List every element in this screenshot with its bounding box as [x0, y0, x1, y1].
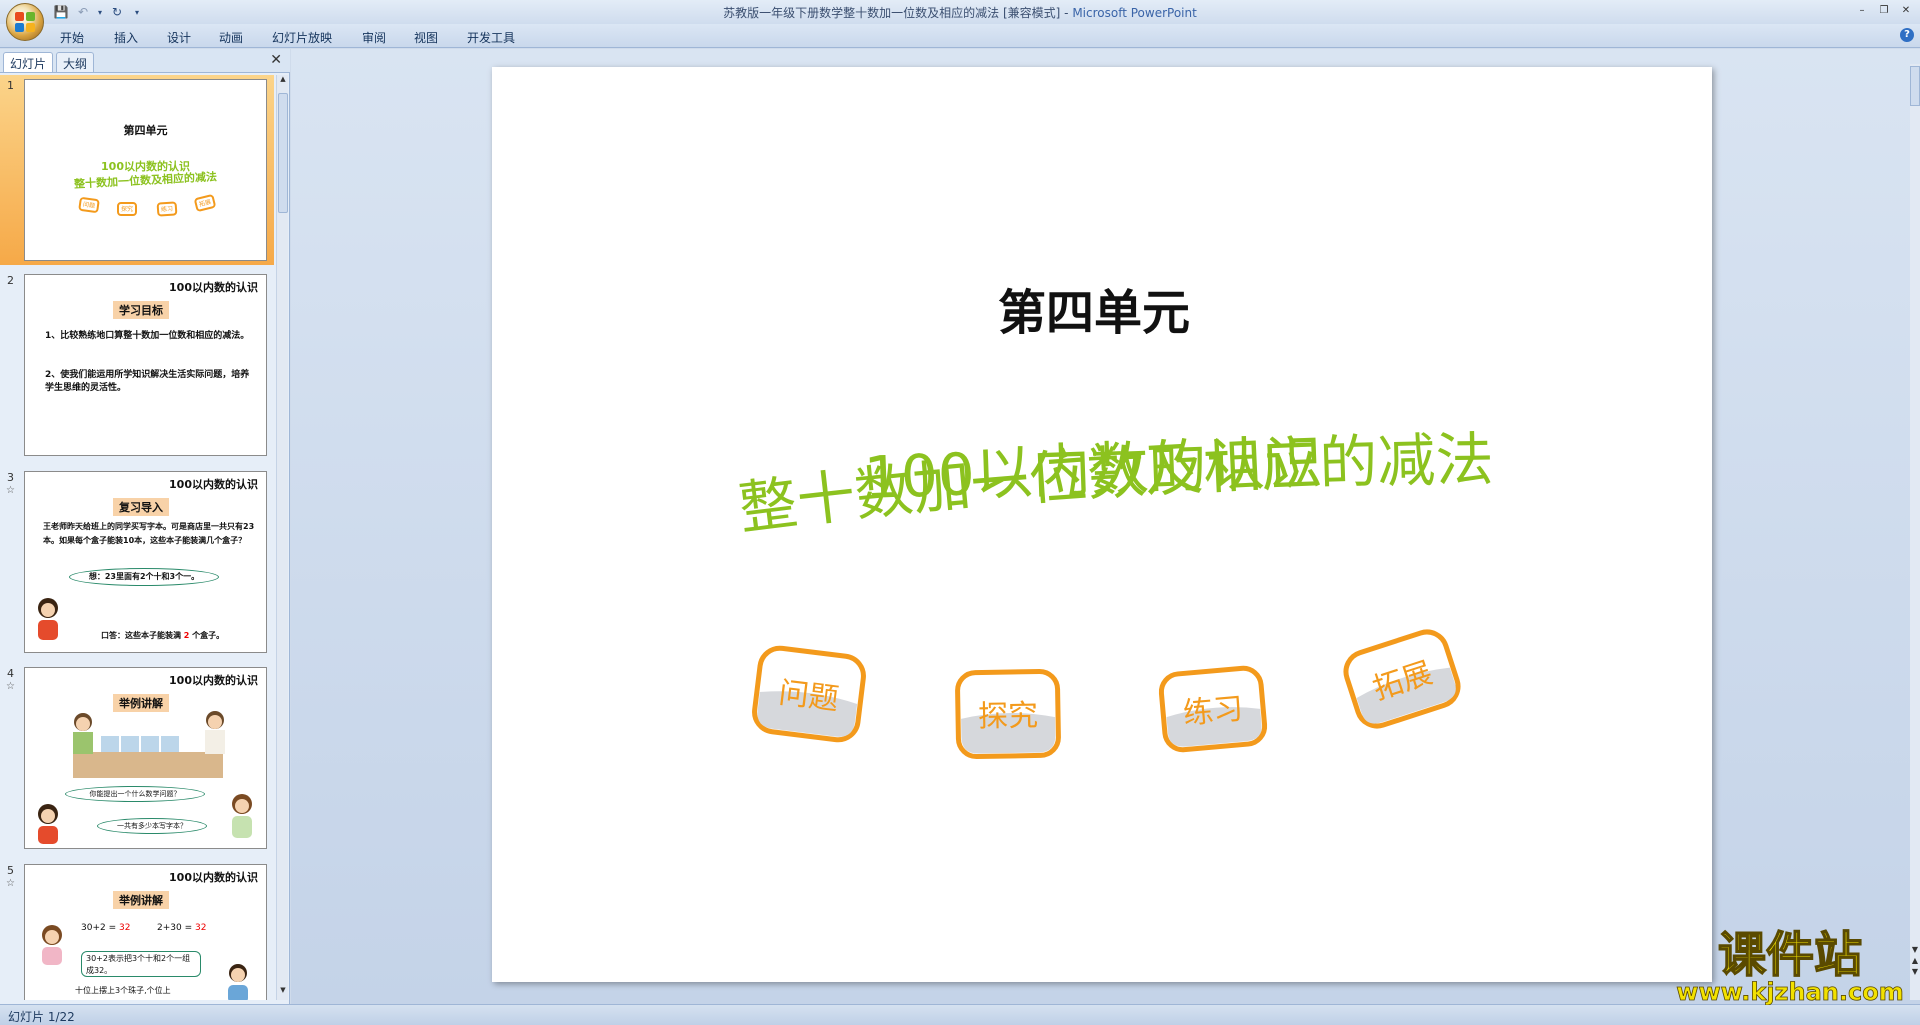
window-title: 苏教版一年级下册数学整十数加一位数及相应的减法 [兼容模式] - Microso…: [0, 4, 1920, 21]
shop-illustration: [65, 708, 235, 788]
scrollbar-thumb[interactable]: [278, 93, 288, 213]
help-icon[interactable]: ?: [1900, 28, 1914, 42]
transition-icon: ☆: [6, 878, 15, 889]
status-bar: 幻灯片 1/22: [0, 1004, 1920, 1025]
tab-outline[interactable]: 大纲: [56, 52, 95, 72]
slide-number: 4: [7, 667, 14, 680]
slide-counter: 幻灯片 1/22: [8, 1010, 75, 1024]
problem-button[interactable]: 问题: [752, 645, 866, 743]
slide-thumb-2[interactable]: 2 100以内数的认识 学习目标 1、比较熟练地口算整十数加一位数和相应的减法。…: [0, 270, 274, 460]
tab-view[interactable]: 视图: [414, 29, 438, 46]
slide-number: 1: [7, 79, 14, 92]
svg-text:探究: 探究: [978, 698, 1039, 734]
document-title: 苏教版一年级下册数学整十数加一位数及相应的减法 [兼容模式]: [723, 6, 1061, 20]
girl-illustration: [35, 923, 69, 967]
thumb-title: 第四单元: [123, 124, 168, 137]
extend-button[interactable]: 拓展: [1341, 627, 1463, 731]
slide-number: 3: [7, 471, 14, 484]
slide-title: 第四单元: [998, 285, 1190, 341]
watermark-title: 课件站: [1718, 927, 1862, 983]
tab-developer[interactable]: 开发工具: [467, 29, 515, 46]
girl-illustration: [29, 594, 67, 642]
thumb-btn-4: 拓展: [193, 193, 217, 213]
slide-thumb-5[interactable]: 5 ☆ 100以内数的认识 举例讲解 30+2 = 32 2+30 = 32 3…: [0, 860, 274, 1000]
thumb-label: 举例讲解: [113, 891, 169, 909]
editor-scrollbar[interactable]: ▼ ▲ ▼: [1910, 64, 1920, 1000]
tab-slides[interactable]: 幻灯片: [3, 52, 54, 72]
office-button[interactable]: [6, 3, 44, 41]
main-slide[interactable]: 第四单元 100以内数的认识 整十数加一位数及相应的减法 问题 探究 练习 拓展: [492, 67, 1712, 982]
site-watermark: 课件站 www.kjzhan.com: [1665, 925, 1915, 1006]
thumb-bubble: 一共有多少本写字本？: [97, 818, 207, 834]
thumb-equation: 2+30 = 32: [157, 923, 207, 933]
tab-design[interactable]: 设计: [167, 29, 191, 46]
thumb-equation: 30+2 = 32: [81, 923, 131, 933]
tab-insert[interactable]: 插入: [114, 29, 138, 46]
scrollbar-thumb[interactable]: [1910, 66, 1920, 106]
slide-preview: 第四单元 100以内数的认识 整十数加一位数及相应的减法 问题 探究 练习 拓展: [24, 79, 267, 261]
scroll-down-icon[interactable]: ▼: [278, 986, 288, 1000]
thumb-text: 2、使我们能运用所学知识解决生活实际问题，培养学生思维的灵活性。: [45, 370, 250, 393]
thumb-header: 100以内数的认识: [169, 871, 258, 884]
tab-review[interactable]: 审阅: [362, 29, 386, 46]
thumb-bubble: 想：23里面有2个十和3个一。: [69, 568, 219, 586]
panel-tabs: 幻灯片 大纲 ✕: [0, 49, 290, 73]
slide-thumb-1[interactable]: 1 第四单元 100以内数的认识 整十数加一位数及相应的减法 问题 探究 练习 …: [0, 75, 274, 265]
boy-illustration: [221, 961, 255, 1000]
explore-button[interactable]: 探究: [955, 668, 1061, 760]
thumbnail-scrollbar[interactable]: ▲ ▼: [276, 75, 288, 1000]
watermark-url: www.kjzhan.com: [1676, 978, 1903, 1005]
slides-panel: 幻灯片 大纲 ✕ 1 第四单元 100以内数的认识 整十数加一位数及相应的减法 …: [0, 49, 290, 1004]
tab-home[interactable]: 开始: [60, 29, 84, 46]
thumb-label: 复习导入: [113, 498, 169, 516]
slide-preview: 100以内数的认识 学习目标 1、比较熟练地口算整十数加一位数和相应的减法。 2…: [24, 274, 267, 456]
subtitle-line-2: 整十数加一位数及相应的减法: [735, 425, 1494, 542]
title-separator: -: [1060, 6, 1073, 20]
thumb-btn-1: 问题: [78, 196, 100, 214]
practice-button[interactable]: 练习: [1158, 665, 1268, 753]
girl-illustration-2: [225, 792, 259, 842]
slide-thumbnails: 1 第四单元 100以内数的认识 整十数加一位数及相应的减法 问题 探究 练习 …: [0, 75, 274, 1000]
thumb-header: 100以内数的认识: [169, 478, 258, 491]
tab-animation[interactable]: 动画: [219, 29, 243, 46]
thumb-answer: 口答：这些本子能装满 2 个盒子。: [101, 631, 225, 640]
office-logo-icon: [15, 12, 35, 32]
thumb-btn-2: 探究: [117, 202, 137, 216]
thumb-text: 1、比较熟练地口算整十数加一位数和相应的减法。: [45, 331, 250, 341]
slide-number: 5: [7, 864, 14, 877]
slide-preview: 100以内数的认识 复习导入 王老师昨天给班上的同学买写字本。可是商店里一共只有…: [24, 471, 267, 653]
slide-preview: 100以内数的认识 举例讲解 你能提出一个什么数学问题？ 一共有多少本写字本？: [24, 667, 267, 849]
slide-number: 2: [7, 274, 14, 287]
ribbon-tabs: 开始 插入 设计 动画 幻灯片放映 审阅 视图 开发工具: [0, 24, 1920, 48]
thumb-header: 100以内数的认识: [169, 674, 258, 687]
slide-preview: 100以内数的认识 举例讲解 30+2 = 32 2+30 = 32 30+2表…: [24, 864, 267, 1000]
restore-icon[interactable]: ❐: [1874, 2, 1894, 18]
app-name: Microsoft PowerPoint: [1072, 6, 1197, 20]
svg-text:练习: 练习: [1182, 691, 1245, 731]
slide-canvas: 第四单元 100以内数的认识 整十数加一位数及相应的减法 问题 探究 练习 拓展: [735, 285, 1494, 760]
slide-thumb-3[interactable]: 3 ☆ 100以内数的认识 复习导入 王老师昨天给班上的同学买写字本。可是商店里…: [0, 467, 274, 657]
tab-slideshow[interactable]: 幻灯片放映: [272, 29, 332, 46]
thumb-text: 王老师昨天给班上的同学买写字本。可是商店里一共只有23本。如果每个盒子能装10本…: [43, 522, 255, 545]
thumb-label: 学习目标: [113, 301, 169, 319]
transition-icon: ☆: [6, 681, 15, 692]
svg-text:问题: 问题: [777, 675, 841, 717]
title-bar: 💾 ↶ ▾ ↻ ▾ 苏教版一年级下册数学整十数加一位数及相应的减法 [兼容模式]…: [0, 0, 1920, 24]
scroll-up-icon[interactable]: ▲: [278, 75, 288, 89]
slide-thumb-4[interactable]: 4 ☆ 100以内数的认识 举例讲解 你能提出一个什么数学问题？ 一共有多少本写…: [0, 663, 274, 853]
window-controls: – ❐ ✕: [1852, 2, 1916, 18]
girl-illustration: [31, 802, 65, 846]
transition-icon: ☆: [6, 485, 15, 496]
thumb-bubble: 你能提出一个什么数学问题？: [65, 786, 205, 802]
thumb-note: 30+2表示把3个十和2个一组成32。: [81, 951, 201, 977]
thumb-btn-3: 练习: [156, 201, 178, 217]
close-panel-icon[interactable]: ✕: [270, 52, 282, 68]
minimize-icon[interactable]: –: [1852, 2, 1872, 18]
thumb-note-2: 十位上摆上3个珠子,个位上: [75, 986, 171, 995]
close-icon[interactable]: ✕: [1896, 2, 1916, 18]
thumb-header: 100以内数的认识: [169, 281, 258, 294]
